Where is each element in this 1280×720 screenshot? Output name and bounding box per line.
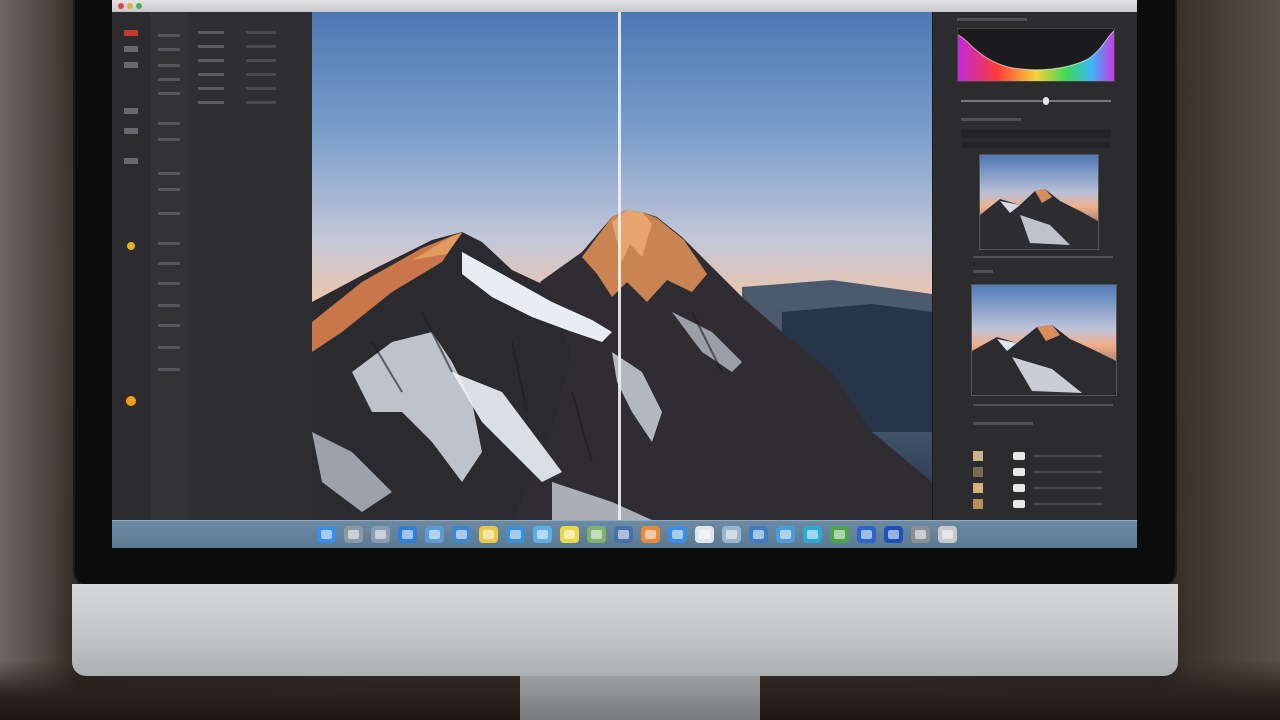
safari-icon[interactable]	[398, 526, 417, 543]
messages-icon[interactable]	[533, 526, 552, 543]
list-item[interactable]	[158, 346, 180, 349]
slider-handle[interactable]	[1043, 97, 1049, 105]
list-item[interactable]	[158, 172, 180, 175]
list-item[interactable]	[158, 304, 180, 307]
contacts-icon[interactable]	[722, 526, 741, 543]
exposure-slider[interactable]	[961, 100, 1111, 102]
dock-icons	[317, 526, 957, 543]
app-store-icon[interactable]	[668, 526, 687, 543]
param-row[interactable]	[198, 28, 302, 38]
list-item[interactable]	[158, 78, 180, 81]
color-swatch-yellow-icon[interactable]	[127, 242, 135, 250]
monitor-screen	[112, 0, 1137, 548]
tool-color-picker-icon[interactable]	[124, 158, 138, 164]
list-item[interactable]	[158, 242, 180, 245]
parameters-panel	[188, 12, 313, 520]
histogram-icon	[957, 28, 1115, 82]
panel-divider	[973, 256, 1113, 258]
list-item[interactable]	[158, 282, 180, 285]
tool-eye-icon[interactable]	[124, 30, 138, 36]
panel-row	[973, 270, 993, 273]
panel-header	[957, 18, 1027, 21]
music-icon[interactable]	[614, 526, 633, 543]
preview-thumbnail[interactable]	[979, 154, 1099, 250]
param-row[interactable]	[198, 56, 302, 66]
finder-window-icon[interactable]	[776, 526, 795, 543]
room-background-left	[0, 0, 80, 720]
preview-icon[interactable]	[452, 526, 471, 543]
monitor-chin	[72, 584, 1178, 676]
list-item[interactable]	[158, 34, 180, 37]
navigator-thumbnail[interactable]	[971, 284, 1117, 396]
trash-icon[interactable]	[938, 526, 957, 543]
panel-field[interactable]	[961, 130, 1111, 138]
minimize-window-icon[interactable]	[127, 3, 133, 9]
notes-icon[interactable]	[479, 526, 498, 543]
image-canvas[interactable]	[312, 12, 932, 520]
mail-icon[interactable]	[371, 526, 390, 543]
folder-icon[interactable]	[884, 526, 903, 543]
list-item[interactable]	[158, 324, 180, 327]
tool-gradient-icon[interactable]	[124, 128, 138, 134]
layer-row[interactable]	[973, 482, 1113, 494]
list-item[interactable]	[158, 48, 180, 51]
param-row[interactable]	[198, 84, 302, 94]
tool-selection-icon[interactable]	[124, 108, 138, 114]
launchpad-icon[interactable]	[344, 526, 363, 543]
param-row[interactable]	[198, 98, 302, 108]
facetime-icon[interactable]	[803, 526, 822, 543]
xcode-icon[interactable]	[857, 526, 876, 543]
photo-booth-icon[interactable]	[641, 526, 660, 543]
panel-field[interactable]	[961, 142, 1111, 148]
list-item[interactable]	[158, 138, 180, 141]
layers-header	[973, 422, 1033, 425]
reminders-icon[interactable]	[560, 526, 579, 543]
right-panel	[932, 12, 1137, 520]
before-after-split-handle[interactable]	[618, 12, 621, 520]
photos-icon[interactable]	[425, 526, 444, 543]
param-row[interactable]	[198, 70, 302, 80]
numbers-icon[interactable]	[830, 526, 849, 543]
list-item[interactable]	[158, 188, 180, 191]
tool-brush-icon[interactable]	[124, 62, 138, 68]
param-row[interactable]	[198, 42, 302, 52]
lightroom-icon[interactable]	[749, 526, 768, 543]
calendar-icon[interactable]	[506, 526, 525, 543]
list-item[interactable]	[158, 122, 180, 125]
close-window-icon[interactable]	[118, 3, 124, 9]
panel-row	[961, 118, 1021, 121]
panel-divider	[973, 404, 1113, 406]
adjustment-list-panel	[150, 12, 189, 520]
list-item[interactable]	[158, 212, 180, 215]
finder-icon[interactable]	[317, 526, 336, 543]
layer-row[interactable]	[973, 498, 1113, 510]
tool-crop-icon[interactable]	[124, 46, 138, 52]
color-swatch-orange-icon[interactable]	[126, 396, 136, 406]
system-prefs-icon[interactable]	[911, 526, 930, 543]
room-background-right	[1160, 0, 1280, 720]
tool-strip	[112, 12, 151, 520]
zoom-window-icon[interactable]	[136, 3, 142, 9]
dock	[112, 520, 1137, 548]
list-item[interactable]	[158, 64, 180, 67]
textedit-icon[interactable]	[695, 526, 714, 543]
list-item[interactable]	[158, 262, 180, 265]
list-item[interactable]	[158, 92, 180, 95]
mountain-photo	[312, 210, 932, 520]
list-item[interactable]	[158, 368, 180, 371]
layer-row[interactable]	[973, 466, 1113, 478]
maps-icon[interactable]	[587, 526, 606, 543]
monitor-stand	[520, 676, 760, 720]
layer-row[interactable]	[973, 450, 1113, 462]
